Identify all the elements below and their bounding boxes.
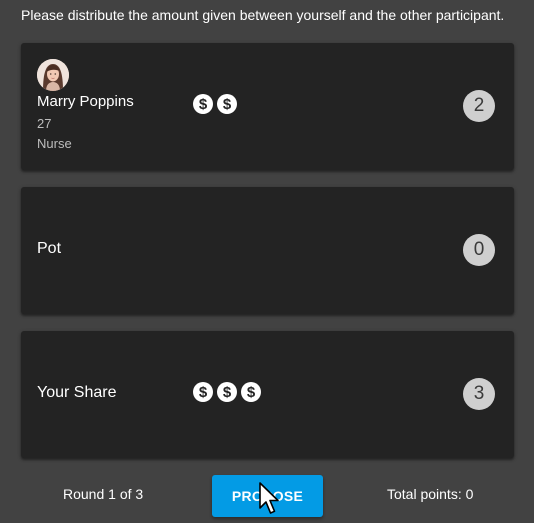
instructions-text: Please distribute the amount given betwe…	[21, 7, 505, 23]
avatar-photo-icon	[37, 59, 69, 91]
dollar-coin-icon[interactable]: $	[193, 382, 213, 402]
participant-age: 27	[37, 116, 52, 131]
propose-button[interactable]: PROPOSE	[212, 475, 323, 517]
dollar-coin-icon[interactable]: $	[217, 94, 237, 114]
pot-count-badge: 0	[463, 234, 495, 266]
share-coins: $ $ $	[193, 382, 261, 402]
share-label: Your Share	[37, 384, 117, 401]
pot-label: Pot	[37, 240, 62, 257]
share-count-badge: 3	[463, 378, 495, 410]
participant-coins: $ $	[193, 94, 237, 114]
avatar	[37, 59, 69, 91]
round-indicator: Round 1 of 3	[63, 486, 144, 502]
dollar-coin-icon[interactable]: $	[193, 94, 213, 114]
participant-name: Marry Poppins	[37, 93, 134, 110]
participant-card: Marry Poppins 27 Nurse $ $ 2	[21, 43, 514, 170]
share-card: Your Share $ $ $ 3	[21, 331, 514, 458]
participant-occupation: Nurse	[37, 136, 72, 151]
total-points: Total points: 0	[387, 486, 474, 502]
participant-count-badge: 2	[463, 90, 495, 122]
dollar-coin-icon[interactable]: $	[241, 382, 261, 402]
dollar-coin-icon[interactable]: $	[217, 382, 237, 402]
pot-card: Pot 0	[21, 187, 514, 314]
